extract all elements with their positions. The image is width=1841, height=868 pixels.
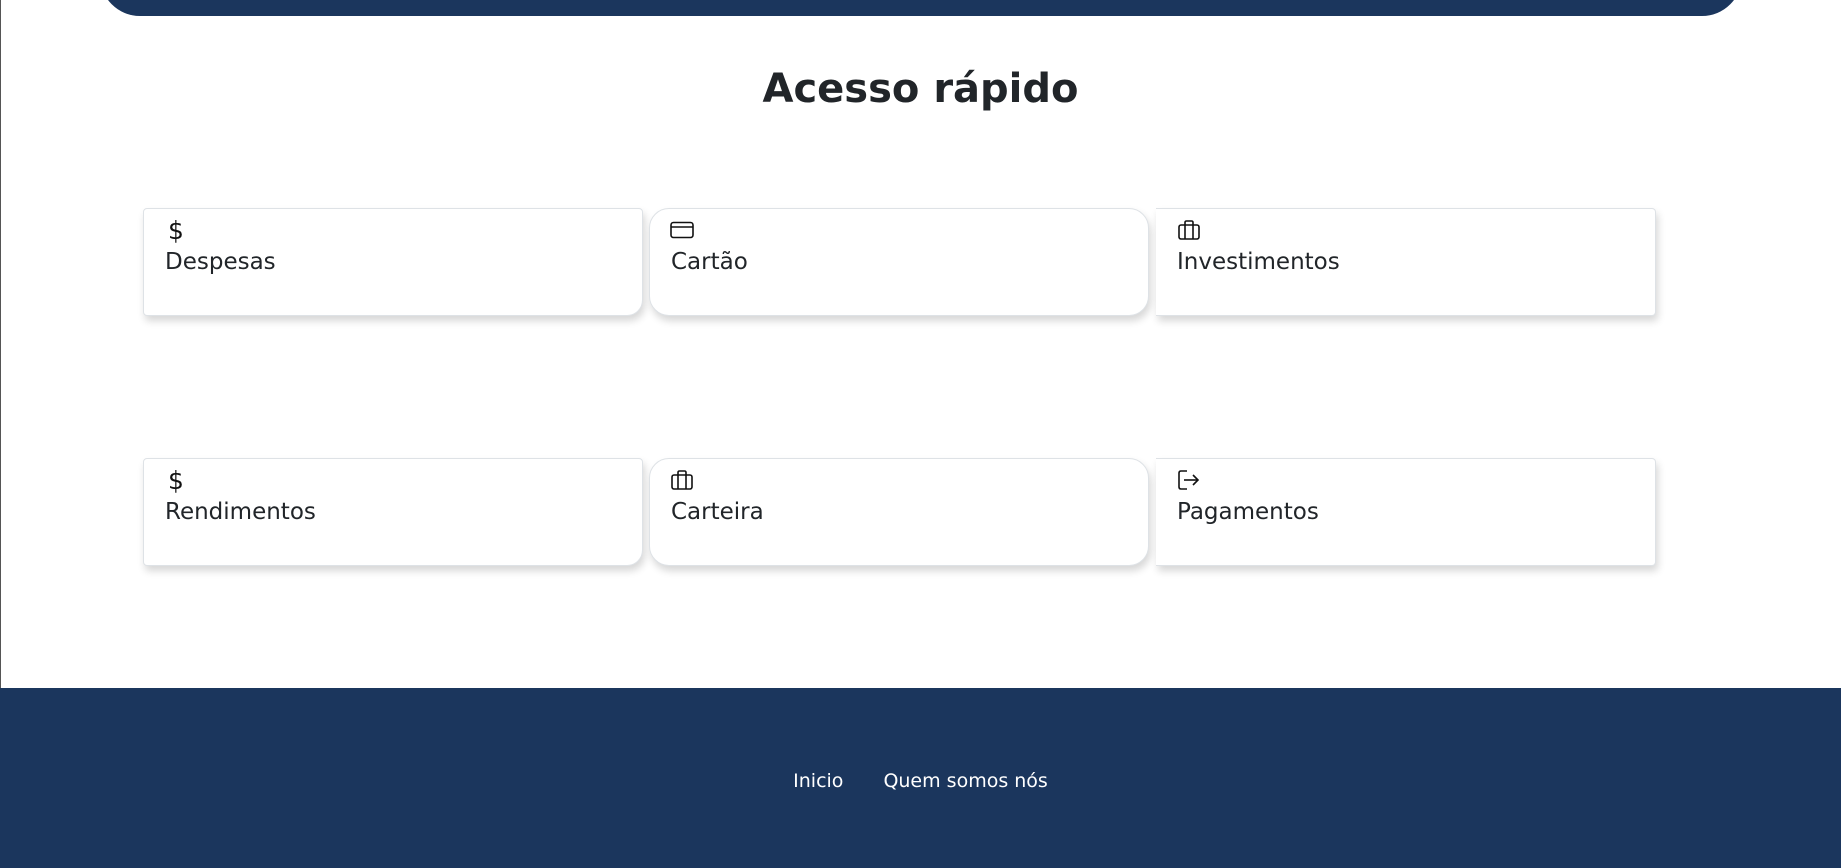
card-label: Rendimentos <box>165 499 316 525</box>
footer-link-inicio[interactable]: Inicio <box>793 770 843 792</box>
footer-nav: Inicio Quem somos nós <box>0 770 1841 792</box>
credit-card-icon <box>670 218 694 242</box>
card-rendimentos[interactable]: $ Rendimentos <box>143 458 643 566</box>
card-cartao[interactable]: Cartão <box>649 208 1149 316</box>
dollar-icon: $ <box>168 215 184 245</box>
briefcase-icon <box>1177 218 1201 242</box>
card-label: Investimentos <box>1177 249 1340 275</box>
card-label: Carteira <box>671 499 764 525</box>
card-label: Despesas <box>165 249 276 275</box>
box-arrow-right-icon <box>1177 468 1201 492</box>
card-label: Cartão <box>671 249 748 275</box>
header-banner <box>100 0 1742 16</box>
card-carteira[interactable]: Carteira <box>649 458 1149 566</box>
page-title: Acesso rápido <box>762 66 1079 112</box>
card-despesas[interactable]: $ Despesas <box>143 208 643 316</box>
card-label: Pagamentos <box>1177 499 1319 525</box>
dollar-icon: $ <box>168 465 184 495</box>
briefcase-icon <box>670 468 694 492</box>
card-investimentos[interactable]: Investimentos <box>1156 208 1656 316</box>
footer: Inicio Quem somos nós <box>0 688 1841 868</box>
card-pagamentos[interactable]: Pagamentos <box>1156 458 1656 566</box>
footer-link-quem-somos[interactable]: Quem somos nós <box>883 770 1047 792</box>
